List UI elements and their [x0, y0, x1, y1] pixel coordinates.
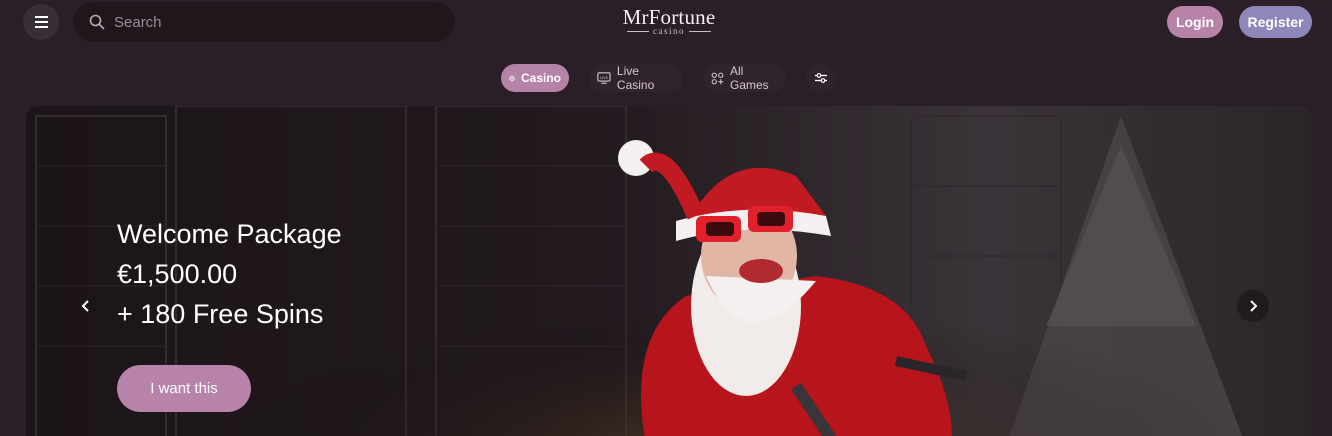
chevron-left-icon [81, 300, 89, 312]
tab-live-casino[interactable]: LIVE Live Casino [589, 64, 683, 92]
search-icon [89, 14, 105, 30]
svg-text:LIVE: LIVE [600, 76, 609, 80]
i-want-this-button[interactable]: I want this [117, 365, 251, 412]
tab-casino[interactable]: Casino [501, 64, 569, 92]
login-button[interactable]: Login [1167, 6, 1223, 38]
casino-chip-icon [509, 75, 515, 81]
search-input[interactable]: Search [73, 2, 455, 42]
hamburger-menu-icon[interactable] [23, 4, 59, 40]
logo-subtext: casino [653, 26, 685, 36]
tab-label: All Games [730, 64, 769, 92]
hero-line-amount: €1,500.00 [117, 259, 238, 289]
carousel-prev-button[interactable] [70, 290, 102, 322]
hero-title: Welcome Package €1,500.00 + 180 Free Spi… [117, 214, 537, 334]
tab-all-games[interactable]: All Games [703, 64, 786, 92]
live-tv-icon: LIVE [597, 72, 611, 84]
filter-button[interactable] [806, 64, 836, 92]
carousel-next-button[interactable] [1237, 290, 1269, 322]
grid-icon [711, 72, 724, 84]
tab-label: Live Casino [616, 64, 655, 92]
brand-logo[interactable]: MrFortune casino [615, 6, 723, 40]
tab-label: Casino [520, 71, 561, 85]
hero-line-welcome: Welcome Package [117, 219, 342, 249]
hero-line-spins: + 180 Free Spins [117, 299, 324, 329]
category-tabs: Casino LIVE Live Casino All Games [0, 64, 1332, 92]
register-button[interactable]: Register [1239, 6, 1312, 38]
search-placeholder: Search [114, 13, 162, 31]
logo-text: MrFortune [622, 5, 716, 29]
top-header: Search MrFortune casino Login Register [0, 0, 1332, 44]
chevron-right-icon [1250, 300, 1258, 312]
filter-sliders-icon [815, 73, 827, 83]
hero-banner[interactable]: Welcome Package €1,500.00 + 180 Free Spi… [26, 106, 1312, 436]
